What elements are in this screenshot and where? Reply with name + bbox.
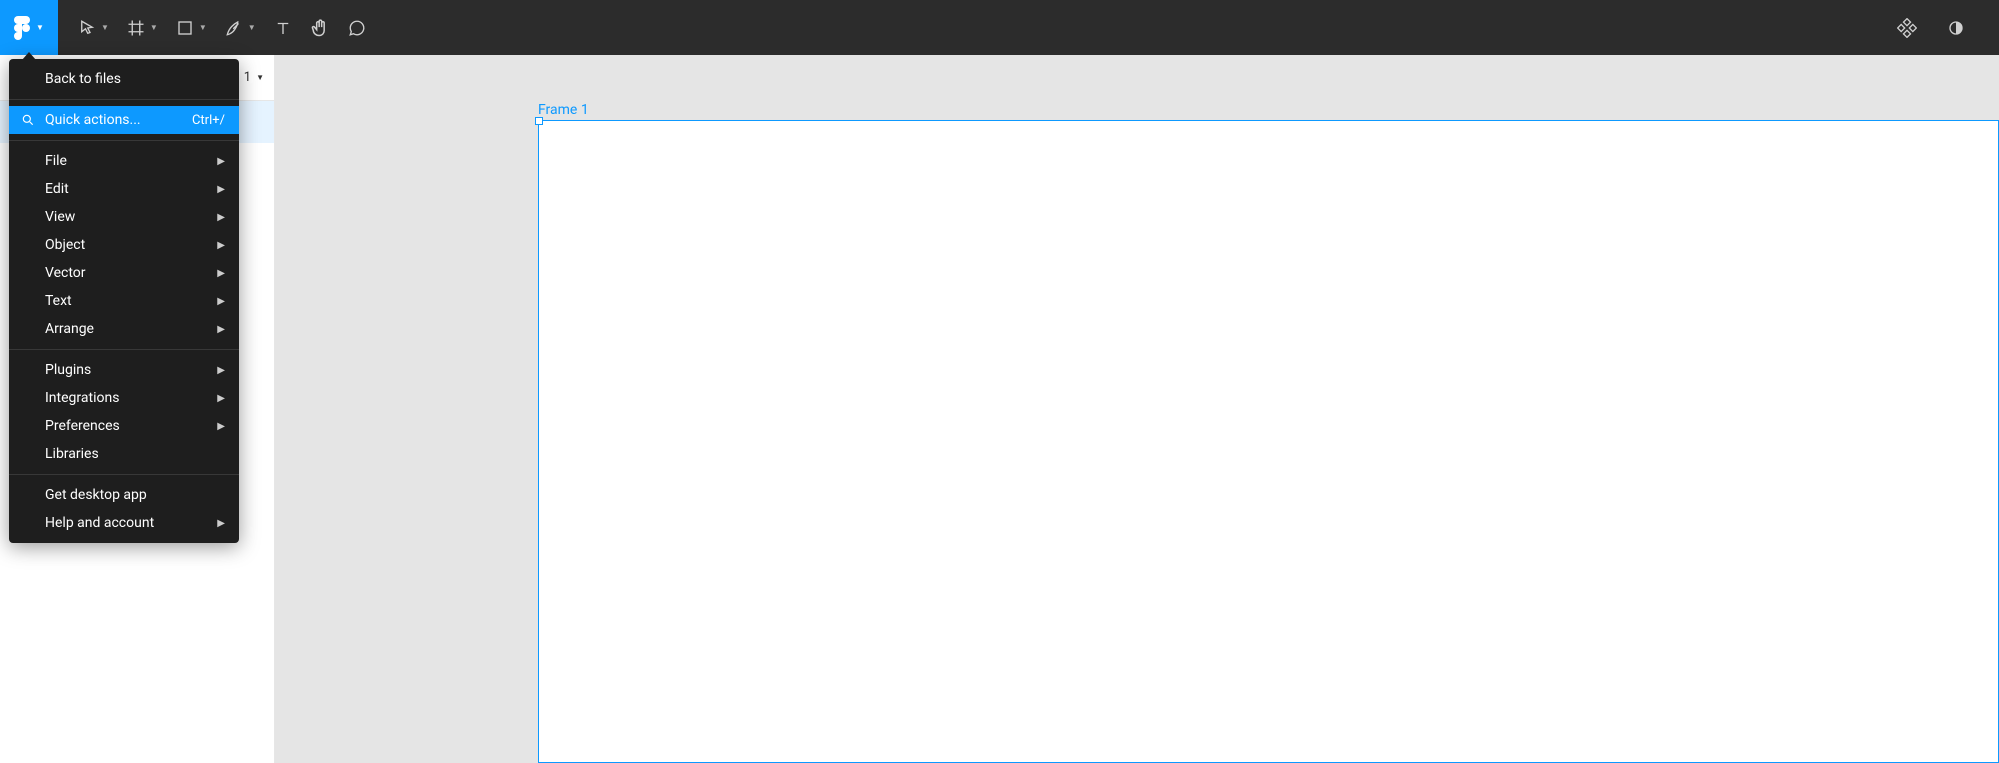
toolbar-right <box>1891 0 1999 55</box>
menu-separator <box>9 474 239 475</box>
pen-icon <box>225 19 243 37</box>
shape-tool-button[interactable]: ▼ <box>168 0 215 55</box>
frame-tool-button[interactable]: ▼ <box>119 0 166 55</box>
menu-item-label: Object <box>45 237 85 253</box>
frame-resize-handle[interactable] <box>535 117 543 125</box>
menu-item-label: Edit <box>45 181 69 197</box>
canvas[interactable]: Frame 1 <box>275 55 1999 763</box>
chevron-right-icon: ▶ <box>217 212 225 223</box>
menu-item-label: Quick actions... <box>45 112 141 128</box>
menu-item-label: Back to files <box>45 71 121 87</box>
hand-tool-button[interactable] <box>302 0 338 55</box>
figma-logo-icon <box>14 16 30 40</box>
comment-icon <box>348 19 366 37</box>
menu-item-shortcut: Ctrl+/ <box>192 113 225 128</box>
menu-separator <box>9 349 239 350</box>
left-panel-truncated-label: 1 <box>244 70 251 85</box>
comment-tool-button[interactable] <box>340 0 374 55</box>
toolbar: ▼ ▼ ▼ ▼ ▼ <box>0 0 1999 55</box>
tool-group-left: ▼ ▼ ▼ ▼ <box>58 0 374 55</box>
menu-vector[interactable]: Vector ▶ <box>9 259 239 287</box>
chevron-right-icon: ▶ <box>217 240 225 251</box>
frame-icon <box>127 19 145 37</box>
hand-icon <box>310 18 330 38</box>
pen-tool-button[interactable]: ▼ <box>217 0 264 55</box>
theme-toggle-button[interactable] <box>1941 0 1971 55</box>
chevron-right-icon: ▶ <box>217 184 225 195</box>
chevron-right-icon: ▶ <box>217 268 225 279</box>
chevron-down-icon: ▼ <box>150 23 158 32</box>
menu-item-label: Get desktop app <box>45 487 147 503</box>
menu-back-to-files[interactable]: Back to files <box>9 65 239 93</box>
main-menu-button[interactable]: ▼ <box>0 0 58 55</box>
menu-edit[interactable]: Edit ▶ <box>9 175 239 203</box>
rectangle-icon <box>176 19 194 37</box>
menu-object[interactable]: Object ▶ <box>9 231 239 259</box>
chevron-down-icon: ▼ <box>248 23 256 32</box>
chevron-right-icon: ▶ <box>217 156 225 167</box>
menu-item-label: Vector <box>45 265 86 281</box>
menu-plugins[interactable]: Plugins ▶ <box>9 356 239 384</box>
chevron-right-icon: ▶ <box>217 296 225 307</box>
text-icon <box>274 19 292 37</box>
chevron-right-icon: ▶ <box>217 393 225 404</box>
menu-text[interactable]: Text ▶ <box>9 287 239 315</box>
menu-item-label: Arrange <box>45 321 94 337</box>
menu-file[interactable]: File ▶ <box>9 147 239 175</box>
menu-separator <box>9 140 239 141</box>
menu-item-label: File <box>45 153 67 169</box>
half-circle-icon <box>1947 19 1965 37</box>
components-icon <box>1897 18 1917 38</box>
menu-item-label: Libraries <box>45 446 99 462</box>
menu-item-label: Text <box>45 293 72 309</box>
menu-help-and-account[interactable]: Help and account ▶ <box>9 509 239 537</box>
cursor-icon <box>78 19 96 37</box>
menu-integrations[interactable]: Integrations ▶ <box>9 384 239 412</box>
search-icon <box>21 113 35 127</box>
menu-item-label: Help and account <box>45 515 154 531</box>
components-button[interactable] <box>1891 0 1923 55</box>
menu-item-label: View <box>45 209 75 225</box>
menu-get-desktop-app[interactable]: Get desktop app <box>9 481 239 509</box>
menu-caret <box>22 52 36 60</box>
chevron-right-icon: ▶ <box>217 518 225 529</box>
chevron-right-icon: ▶ <box>217 324 225 335</box>
move-tool-button[interactable]: ▼ <box>70 0 117 55</box>
menu-quick-actions[interactable]: Quick actions... Ctrl+/ <box>9 106 239 134</box>
main-dropdown-menu: Back to files Quick actions... Ctrl+/ Fi… <box>9 59 239 543</box>
canvas-frame[interactable] <box>538 120 1999 763</box>
chevron-down-icon: ▼ <box>36 23 44 32</box>
menu-view[interactable]: View ▶ <box>9 203 239 231</box>
menu-item-label: Preferences <box>45 418 120 434</box>
frame-label[interactable]: Frame 1 <box>538 102 589 118</box>
menu-libraries[interactable]: Libraries <box>9 440 239 468</box>
menu-separator <box>9 99 239 100</box>
text-tool-button[interactable] <box>266 0 300 55</box>
menu-preferences[interactable]: Preferences ▶ <box>9 412 239 440</box>
menu-item-label: Plugins <box>45 362 91 378</box>
chevron-right-icon: ▶ <box>217 365 225 376</box>
chevron-down-icon: ▼ <box>101 23 109 32</box>
chevron-down-icon: ▼ <box>199 23 207 32</box>
chevron-down-icon: ▼ <box>256 73 264 82</box>
chevron-right-icon: ▶ <box>217 421 225 432</box>
menu-arrange[interactable]: Arrange ▶ <box>9 315 239 343</box>
menu-item-label: Integrations <box>45 390 119 406</box>
